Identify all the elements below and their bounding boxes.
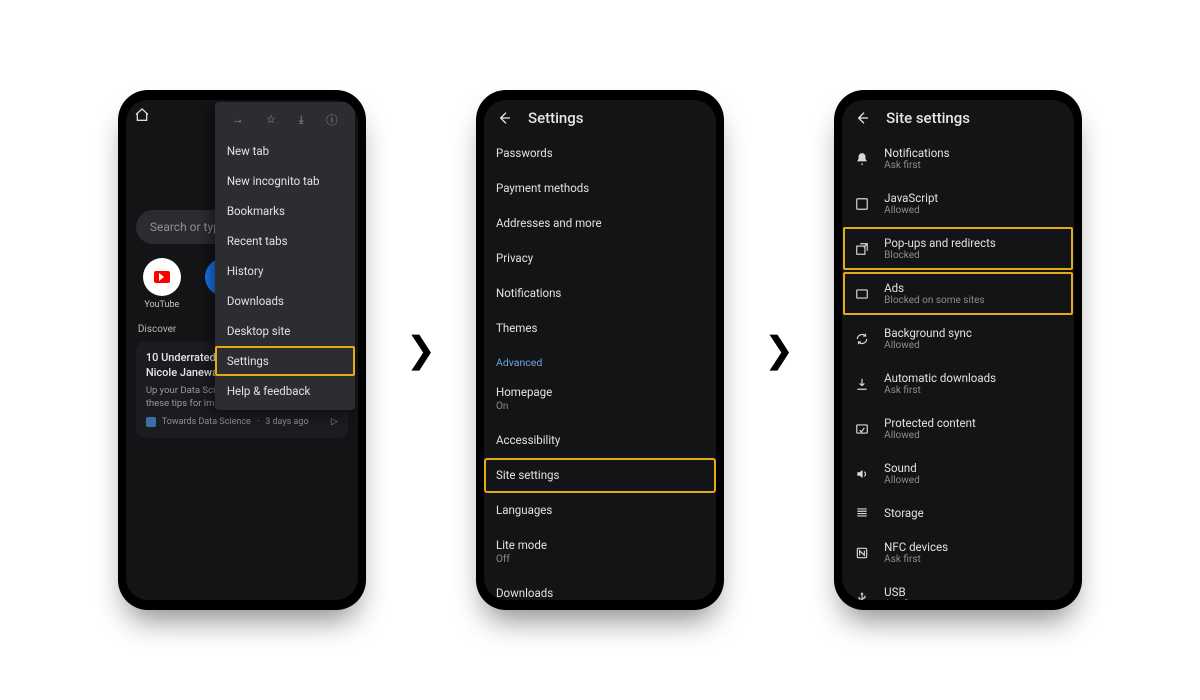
settings-item-privacy[interactable]: Privacy bbox=[484, 241, 716, 276]
menu-item-new-incognito-tab[interactable]: New incognito tab bbox=[215, 166, 355, 196]
site-setting-notifications[interactable]: NotificationsAsk first bbox=[842, 136, 1074, 181]
settings-item-accessibility[interactable]: Accessibility bbox=[484, 423, 716, 458]
site-setting-nfc-devices[interactable]: NFC devicesAsk first bbox=[842, 530, 1074, 575]
menu-item-desktop-site[interactable]: Desktop site bbox=[215, 316, 355, 346]
protected-icon bbox=[854, 422, 870, 436]
site-setting-background-sync[interactable]: Background syncAllowed bbox=[842, 316, 1074, 361]
phone-step-2: Settings PasswordsPayment methodsAddress… bbox=[476, 90, 724, 610]
menu-icon-row: → ☆ ⤓ ⓘ bbox=[215, 106, 355, 136]
ad-icon bbox=[854, 287, 870, 301]
youtube-icon bbox=[143, 258, 181, 296]
info-icon[interactable]: ⓘ bbox=[326, 112, 338, 128]
phone-step-1: G Search or type w YouTube f Fac Discove… bbox=[118, 90, 366, 610]
site-setting-text: SoundAllowed bbox=[884, 461, 920, 486]
star-icon[interactable]: ☆ bbox=[266, 112, 276, 128]
card-meta: Towards Data Science · 3 days ago ▷ bbox=[146, 416, 338, 428]
arrow-right-icon[interactable]: → bbox=[232, 112, 244, 128]
site-setting-text: NFC devicesAsk first bbox=[884, 540, 948, 565]
popup-icon bbox=[854, 242, 870, 256]
site-setting-javascript[interactable]: JavaScriptAllowed bbox=[842, 181, 1074, 226]
overflow-menu: → ☆ ⤓ ⓘ New tabNew incognito tabBookmark… bbox=[215, 102, 355, 410]
menu-item-new-tab[interactable]: New tab bbox=[215, 136, 355, 166]
settings-item-downloads[interactable]: Downloads bbox=[484, 576, 716, 600]
page-title: Site settings bbox=[886, 109, 970, 127]
page-title: Settings bbox=[528, 109, 584, 127]
phone-step-3: Site settings NotificationsAsk first Java… bbox=[834, 90, 1082, 610]
menu-item-bookmarks[interactable]: Bookmarks bbox=[215, 196, 355, 226]
site-settings-header: Site settings bbox=[842, 100, 1074, 136]
site-setting-text: Protected contentAllowed bbox=[884, 416, 976, 441]
storage-icon bbox=[854, 506, 870, 520]
home-icon[interactable] bbox=[134, 107, 150, 123]
site-setting-ads[interactable]: AdsBlocked on some sites bbox=[842, 271, 1074, 316]
tile-youtube[interactable]: YouTube bbox=[140, 258, 184, 310]
site-setting-storage[interactable]: Storage bbox=[842, 496, 1074, 530]
site-setting-text: Automatic downloadsAsk first bbox=[884, 371, 996, 396]
back-icon[interactable] bbox=[854, 110, 870, 126]
settings-item-themes[interactable]: Themes bbox=[484, 311, 716, 346]
site-setting-pop-ups-and-redirects[interactable]: Pop-ups and redirectsBlocked bbox=[842, 226, 1074, 271]
menu-item-settings[interactable]: Settings bbox=[215, 346, 355, 376]
site-setting-text: JavaScriptAllowed bbox=[884, 191, 938, 216]
settings-item-addresses-and-more[interactable]: Addresses and more bbox=[484, 206, 716, 241]
menu-item-downloads[interactable]: Downloads bbox=[215, 286, 355, 316]
settings-item-payment-methods[interactable]: Payment methods bbox=[484, 171, 716, 206]
menu-item-history[interactable]: History bbox=[215, 256, 355, 286]
settings-item-passwords[interactable]: Passwords bbox=[484, 136, 716, 171]
bell-icon bbox=[854, 152, 870, 166]
step-arrow-icon: ❯ bbox=[406, 329, 436, 371]
site-setting-text: USBAsk first bbox=[884, 585, 921, 600]
site-setting-sound[interactable]: SoundAllowed bbox=[842, 451, 1074, 496]
tile-label: YouTube bbox=[144, 300, 179, 310]
site-setting-protected-content[interactable]: Protected contentAllowed bbox=[842, 406, 1074, 451]
chrome-settings-screen: Settings PasswordsPayment methodsAddress… bbox=[484, 100, 716, 600]
menu-item-recent-tabs[interactable]: Recent tabs bbox=[215, 226, 355, 256]
site-setting-text: AdsBlocked on some sites bbox=[884, 281, 984, 306]
step-arrow-icon: ❯ bbox=[764, 329, 794, 371]
site-setting-text: Background syncAllowed bbox=[884, 326, 972, 351]
back-icon[interactable] bbox=[496, 110, 512, 126]
play-icon: ▷ bbox=[331, 416, 338, 428]
sound-icon bbox=[854, 467, 870, 481]
chrome-ntp-screen: G Search or type w YouTube f Fac Discove… bbox=[126, 100, 358, 600]
download-icon[interactable]: ⤓ bbox=[299, 112, 304, 128]
settings-item-notifications[interactable]: Notifications bbox=[484, 276, 716, 311]
site-setting-automatic-downloads[interactable]: Automatic downloadsAsk first bbox=[842, 361, 1074, 406]
site-setting-text: Pop-ups and redirectsBlocked bbox=[884, 236, 996, 261]
source-icon bbox=[146, 417, 156, 427]
settings-item-homepage[interactable]: HomepageOn bbox=[484, 375, 716, 423]
download-icon bbox=[854, 377, 870, 391]
menu-item-help-feedback[interactable]: Help & feedback bbox=[215, 376, 355, 406]
nfc-icon bbox=[854, 546, 870, 560]
settings-header: Settings bbox=[484, 100, 716, 136]
site-setting-text: Storage bbox=[884, 506, 924, 520]
site-settings-screen: Site settings NotificationsAsk first Java… bbox=[842, 100, 1074, 600]
site-setting-usb[interactable]: USBAsk first bbox=[842, 575, 1074, 600]
advanced-heading: Advanced bbox=[484, 346, 716, 375]
js-icon bbox=[854, 197, 870, 211]
usb-icon bbox=[854, 591, 870, 601]
settings-item-site-settings[interactable]: Site settings bbox=[484, 458, 716, 493]
settings-item-lite-mode[interactable]: Lite modeOff bbox=[484, 528, 716, 576]
sync-icon bbox=[854, 332, 870, 346]
settings-item-languages[interactable]: Languages bbox=[484, 493, 716, 528]
site-setting-text: NotificationsAsk first bbox=[884, 146, 949, 171]
